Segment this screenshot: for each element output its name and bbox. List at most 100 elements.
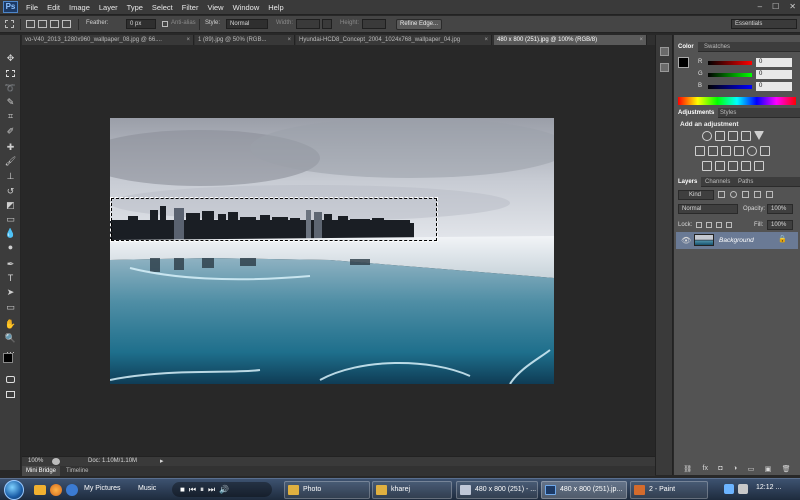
history-panel-icon[interactable] xyxy=(660,47,669,56)
red-value-input[interactable]: 0 xyxy=(756,58,792,67)
tab-swatches[interactable]: Swatches xyxy=(700,42,734,52)
blue-slider[interactable] xyxy=(708,85,752,89)
browser-quicklaunch-icon[interactable] xyxy=(66,484,78,496)
blend-mode-select[interactable]: Normal xyxy=(678,204,738,214)
healing-brush-tool-icon[interactable]: ✚ xyxy=(4,141,17,153)
add-mask-icon[interactable]: ◘ xyxy=(718,465,722,473)
layer-filter-select[interactable]: Kind xyxy=(678,190,714,200)
gradient-tool-icon[interactable]: ▭ xyxy=(4,213,17,225)
close-tab-icon[interactable]: × xyxy=(484,35,488,45)
clone-stamp-tool-icon[interactable]: ⊥ xyxy=(4,170,17,182)
layer-visibility-eye-icon[interactable]: 👁 xyxy=(681,236,691,245)
opacity-input[interactable]: 100% xyxy=(767,204,793,214)
lasso-tool-icon[interactable]: ➰ xyxy=(4,82,17,94)
tab-adjustments[interactable]: Adjustments xyxy=(674,108,719,118)
shape-tool-icon[interactable]: ▭ xyxy=(4,301,17,313)
blue-value-input[interactable]: 0 xyxy=(756,82,792,91)
add-to-selection-icon[interactable] xyxy=(38,20,47,28)
tray-network-icon[interactable] xyxy=(724,484,734,494)
volume-icon[interactable]: 🔊 xyxy=(219,485,233,494)
layer-row-background[interactable]: 👁 Background 🔒 xyxy=(676,232,798,249)
eyedropper-tool-icon[interactable]: ✐ xyxy=(4,125,17,137)
color-spectrum-bar[interactable] xyxy=(678,97,796,105)
hand-tool-icon[interactable]: ✋ xyxy=(4,318,17,330)
menu-layer[interactable]: Layer xyxy=(99,3,118,12)
lock-all-icon[interactable] xyxy=(726,222,732,228)
invert-icon[interactable] xyxy=(702,161,712,171)
history-brush-tool-icon[interactable]: ↺ xyxy=(4,185,17,197)
filter-adjustment-icon[interactable] xyxy=(730,191,737,198)
tab-mini-bridge[interactable]: Mini Bridge xyxy=(22,466,61,476)
close-tab-icon[interactable]: × xyxy=(639,35,643,45)
color-balance-icon[interactable] xyxy=(708,146,718,156)
exposure-icon[interactable] xyxy=(741,131,751,141)
filter-shape-icon[interactable] xyxy=(754,191,761,198)
taskbar-item-paint[interactable]: 2 - Paint xyxy=(630,481,708,499)
path-selection-tool-icon[interactable]: ➤ xyxy=(4,286,17,298)
screen-mode-icon[interactable] xyxy=(4,388,17,400)
style-select[interactable]: Normal xyxy=(226,19,268,29)
gradient-map-icon[interactable] xyxy=(754,161,764,171)
media-player-quicklaunch-icon[interactable] xyxy=(50,484,62,496)
eraser-tool-icon[interactable]: ◩ xyxy=(4,199,17,211)
hue-saturation-icon[interactable] xyxy=(695,146,705,156)
menu-edit[interactable]: Edit xyxy=(47,3,60,12)
height-input[interactable] xyxy=(362,19,386,29)
menu-file[interactable]: File xyxy=(26,3,38,12)
doc-tab-active[interactable]: 480 x 800 (251).jpg @ 100% (RGB/8) × xyxy=(494,35,647,45)
filter-smart-object-icon[interactable] xyxy=(766,191,773,198)
play-pause-icon[interactable]: ⏸ xyxy=(200,485,208,494)
previous-icon[interactable]: ⏮ xyxy=(189,485,200,494)
taskbar-item-browser[interactable]: 480 x 800 (251) - ... xyxy=(456,481,538,499)
zoom-level[interactable]: 100% xyxy=(28,458,43,464)
green-value-input[interactable]: 0 xyxy=(756,70,792,79)
swap-width-height-button[interactable] xyxy=(322,19,332,29)
filter-pixel-icon[interactable] xyxy=(718,191,725,198)
new-selection-icon[interactable] xyxy=(26,20,35,28)
minimize-button[interactable]: – xyxy=(758,2,762,11)
filter-type-icon[interactable] xyxy=(742,191,749,198)
tab-color[interactable]: Color xyxy=(674,42,698,52)
blur-tool-icon[interactable]: 💧 xyxy=(4,227,17,239)
tab-layers[interactable]: Layers xyxy=(674,177,702,187)
intersect-selection-icon[interactable] xyxy=(62,20,71,28)
green-slider[interactable] xyxy=(708,73,752,77)
toolbar-my-pictures[interactable]: My Pictures xyxy=(84,485,121,492)
photo-filter-icon[interactable] xyxy=(734,146,744,156)
menu-image[interactable]: Image xyxy=(69,3,90,12)
foreground-color-swatch[interactable] xyxy=(3,353,13,363)
lock-image-icon[interactable] xyxy=(706,222,712,228)
tab-styles[interactable]: Styles xyxy=(716,108,740,118)
stop-icon[interactable]: ■ xyxy=(180,485,189,494)
pen-tool-icon[interactable]: ✒ xyxy=(4,258,17,270)
lock-position-icon[interactable] xyxy=(716,222,722,228)
subtract-from-selection-icon[interactable] xyxy=(50,20,59,28)
status-arrow-icon[interactable]: ▸ xyxy=(160,457,164,465)
menu-help[interactable]: Help xyxy=(268,3,283,12)
workspace-select[interactable]: Essentials xyxy=(731,19,797,29)
layer-style-icon[interactable]: fx xyxy=(703,465,708,473)
color-lookup-icon[interactable] xyxy=(760,146,770,156)
type-tool-icon[interactable]: T xyxy=(4,272,17,284)
menu-type[interactable]: Type xyxy=(127,3,143,12)
doc-tab[interactable]: Hyundai-HCD8_Concept_2004_1024x768_wallp… xyxy=(296,35,492,45)
refine-edge-button[interactable]: Refine Edge... xyxy=(396,19,442,30)
new-layer-icon[interactable]: ▣ xyxy=(765,465,772,473)
taskbar-item-photo[interactable]: Photo xyxy=(284,481,370,499)
channel-mixer-icon[interactable] xyxy=(747,146,757,156)
maximize-button[interactable]: ☐ xyxy=(772,2,779,11)
zoom-tool-icon[interactable]: 🔍 xyxy=(4,332,17,344)
document-canvas-image[interactable] xyxy=(110,118,554,384)
levels-icon[interactable] xyxy=(715,131,725,141)
start-button-icon[interactable] xyxy=(4,480,24,500)
brush-tool-icon[interactable]: 🖌 xyxy=(4,155,17,167)
quick-mask-icon[interactable] xyxy=(4,373,17,385)
menu-filter[interactable]: Filter xyxy=(182,3,199,12)
taskbar-item-photoshop[interactable]: 480 x 800 (251).jp... xyxy=(541,481,627,499)
close-button[interactable]: ✕ xyxy=(789,2,796,11)
vibrance-icon[interactable] xyxy=(754,131,764,140)
marquee-tool-icon[interactable] xyxy=(4,67,17,79)
delete-layer-icon[interactable]: 🗑 xyxy=(782,465,791,473)
rect-marquee-preset-icon[interactable] xyxy=(5,20,14,28)
new-adjustment-layer-icon[interactable]: ◑ xyxy=(733,465,737,473)
